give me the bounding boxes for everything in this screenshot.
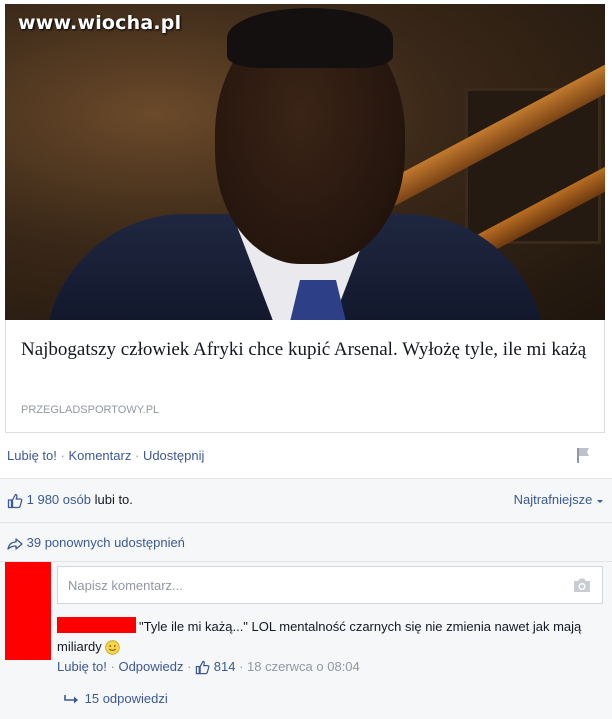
shares-summary[interactable]: 39 ponownych udostępnień	[7, 535, 185, 551]
separator: ·	[187, 659, 192, 674]
link-preview-card[interactable]: Najbogatszy człowiek Afryki chce kupić A…	[5, 320, 605, 433]
likes-count-link[interactable]: 1 980 osób	[27, 492, 91, 507]
separator: ·	[60, 448, 65, 463]
smile-emoji-icon	[105, 640, 121, 655]
comment-like-link[interactable]: Lubię to!	[57, 659, 107, 674]
comment-link[interactable]: Komentarz	[68, 448, 131, 463]
link-title[interactable]: Najbogatszy człowiek Afryki chce kupić A…	[21, 337, 591, 362]
replies-count: 15 odpowiedzi	[84, 691, 168, 706]
comment-text: "Tyle ile mi każą..." LOL mentalność cza…	[57, 619, 582, 654]
comment-body: "Tyle ile mi każą..." LOL mentalność cza…	[57, 617, 597, 657]
reply-arrow-icon	[64, 694, 78, 704]
man-hair	[227, 8, 393, 68]
like-link[interactable]: Lubię to!	[7, 448, 57, 463]
separator: ·	[110, 659, 115, 674]
camera-icon[interactable]	[572, 577, 592, 593]
comment-input[interactable]	[57, 566, 603, 604]
link-source: PRZEGLADSPORTOWY.PL	[21, 404, 160, 416]
flag-icon[interactable]	[574, 446, 592, 464]
thumbs-up-icon	[7, 493, 23, 508]
thumbs-up-icon	[195, 660, 210, 675]
sort-dropdown[interactable]: Najtrafniejsze	[514, 492, 604, 507]
view-replies-link[interactable]: 15 odpowiedzi	[63, 691, 168, 706]
separator: ·	[239, 659, 244, 674]
comment-timestamp[interactable]: 18 czerwca o 08:04	[247, 659, 360, 674]
shares-text: 39 ponownych udostępnień	[26, 535, 185, 550]
comment-reply-link[interactable]: Odpowiedz	[118, 659, 183, 674]
share-link[interactable]: Udostępnij	[143, 448, 204, 463]
likes-suffix: lubi to.	[94, 492, 133, 507]
share-arrow-icon	[7, 537, 23, 550]
watermark: www.wiocha.pl	[18, 12, 182, 34]
divider	[0, 522, 612, 523]
article-photo[interactable]	[5, 4, 605, 320]
likes-summary: 1 980 osób lubi to.	[7, 492, 133, 509]
chevron-down-icon	[597, 499, 603, 503]
comment-field[interactable]	[66, 577, 550, 594]
post-actions: Lubię to! · Komentarz · Udostępnij	[7, 448, 204, 463]
sort-label: Najtrafniejsze	[513, 492, 593, 507]
divider	[0, 561, 612, 562]
comment-meta: Lubię to! · Odpowiedz · 814 · 18 czerwca…	[57, 659, 360, 675]
separator: ·	[134, 448, 140, 463]
avatar-redacted	[5, 562, 51, 660]
comment-like-count[interactable]: 814	[214, 659, 236, 674]
